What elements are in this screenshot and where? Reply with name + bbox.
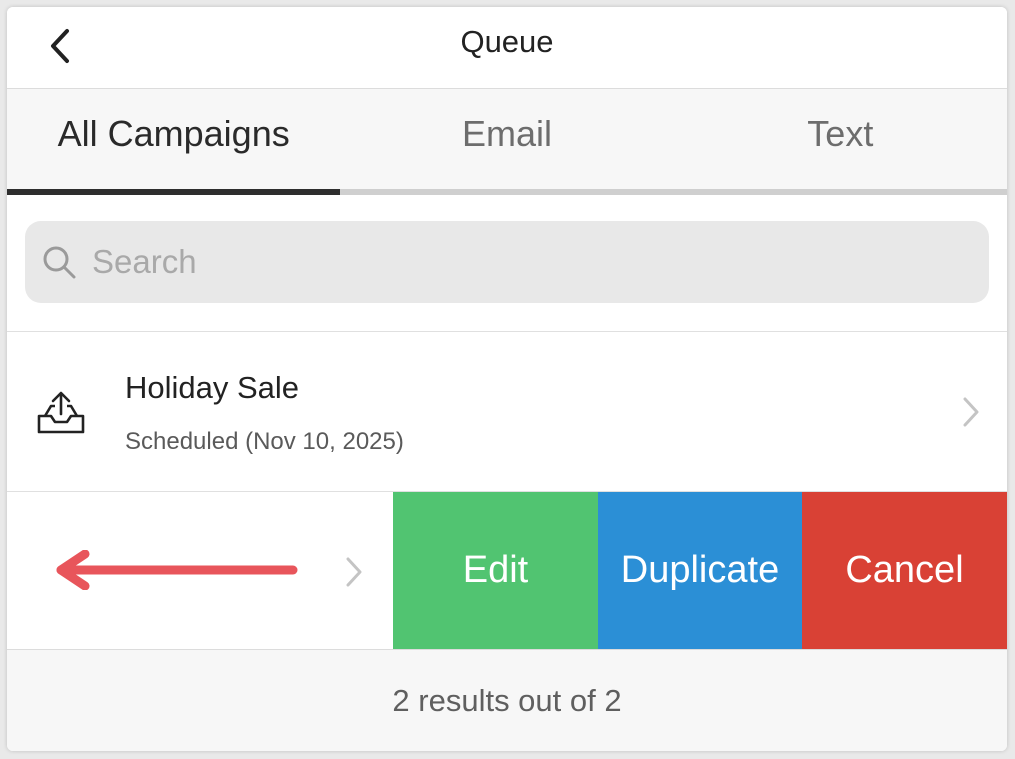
swipe-left-arrow-icon	[56, 550, 298, 590]
edit-button[interactable]: Edit	[393, 492, 598, 649]
cancel-button[interactable]: Cancel	[802, 492, 1007, 649]
campaign-status: Scheduled (Nov 10, 2025)	[125, 428, 404, 455]
search-section	[7, 195, 1007, 332]
chevron-right-icon	[963, 397, 979, 427]
tab-email[interactable]: Email	[340, 89, 674, 195]
tab-all-campaigns[interactable]: All Campaigns	[7, 89, 341, 195]
navigation-header: Queue	[7, 7, 1007, 89]
tab-label: Text	[807, 113, 874, 154]
campaign-title: Holiday Sale	[125, 370, 300, 405]
results-count: 2 results out of 2	[7, 650, 1007, 751]
app-frame: Queue All Campaigns Email Text Search Ho…	[7, 7, 1007, 751]
search-icon	[40, 243, 78, 281]
search-input[interactable]	[90, 242, 954, 282]
tab-text[interactable]: Text	[673, 89, 1007, 195]
swiped-list-item[interactable]: Edit Duplicate Cancel	[7, 492, 1007, 650]
search-bar[interactable]	[25, 221, 989, 303]
tab-label: All Campaigns	[57, 113, 290, 154]
tab-bar: All Campaigns Email Text	[7, 89, 1007, 195]
page-title: Queue	[460, 24, 554, 59]
list-item[interactable]: Holiday Sale Scheduled (Nov 10, 2025)	[7, 332, 1007, 492]
duplicate-button[interactable]: Duplicate	[598, 492, 802, 649]
outbox-upload-icon	[37, 391, 85, 434]
tab-label: Email	[461, 113, 552, 154]
chevron-right-icon	[346, 557, 362, 587]
